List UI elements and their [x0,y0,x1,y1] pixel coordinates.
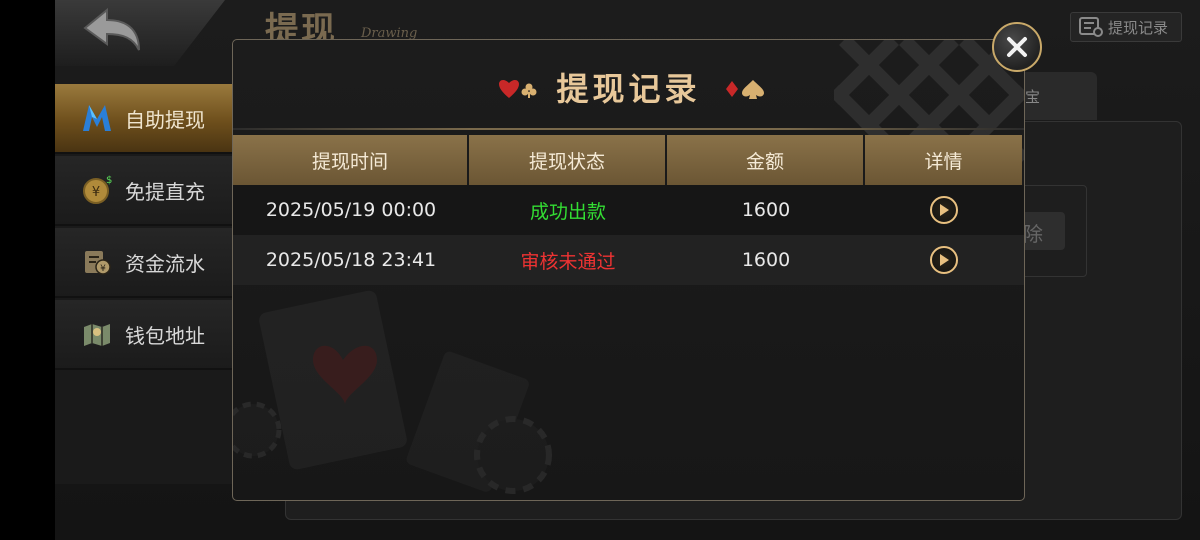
records-icon [1079,17,1103,37]
cell-status: 审核未通过 [520,250,616,273]
sidebar-item-label: 资金流水 [125,251,205,276]
sidebar-item-fund-flow[interactable]: ¥ 资金流水 [55,228,235,298]
sidebar-item-direct-recharge[interactable]: ¥ $ 免提直充 [55,156,235,226]
column-header-details: 详情 [865,135,1022,185]
cell-time: 2025/05/18 23:41 [265,249,437,271]
cell-status: 成功出款 [529,200,606,223]
sidebar-item-label: 自助提现 [125,107,205,132]
sidebar-item-label: 免提直充 [125,179,205,204]
diamond-spade-icon [726,80,764,99]
header-divider [233,128,1024,130]
sidebar-item-self-withdraw[interactable]: 自助提现 [55,84,235,154]
cell-time: 2025/05/19 00:00 [265,199,437,221]
cell-amount: 1600 [741,249,791,271]
svg-text:$: $ [106,175,112,186]
cards-chips-decoration [233,290,552,494]
records-button-label: 提现记录 [1108,18,1169,37]
sidebar-item-label: 钱包地址 [125,323,205,348]
column-header-amount: 金额 [667,135,865,185]
records-table: 提现时间 提现状态 金额 详情 2025/05/19 00:00 成功出款 16… [233,135,1024,285]
map-icon [81,318,113,350]
play-arrow-icon [939,254,949,266]
coin-icon: ¥ $ [81,174,113,206]
close-dialog-button[interactable] [992,22,1042,72]
back-arrow-icon [83,7,140,51]
close-icon [1007,37,1027,57]
table-row: 2025/05/18 23:41 审核未通过 1600 [233,235,1024,285]
table-row: 2025/05/19 00:00 成功出款 1600 [233,185,1024,235]
cell-amount: 1600 [741,199,791,221]
background-tab-label: 宝 [1025,88,1041,106]
cell-details [865,235,1022,285]
withdraw-records-dialog: 提现记录 提现时间 提现状态 金额 详情 2025/05/19 00:00 成功… [232,39,1025,501]
back-button[interactable] [81,6,143,56]
cell-details [865,185,1022,235]
background-button-label: 除 [1023,222,1043,246]
withdraw-screen: 提现 Drawing 提现记录 自助提现 ¥ $ 免提直充 ¥ 资金流水 钱包地… [55,0,1200,540]
svg-text:¥: ¥ [92,185,100,200]
sidebar-item-wallet-address[interactable]: 钱包地址 [55,300,235,370]
table-header-row: 提现时间 提现状态 金额 详情 [233,135,1024,185]
withdraw-records-button[interactable]: 提现记录 [1070,12,1182,42]
detail-arrow-button[interactable] [929,196,958,224]
play-arrow-icon [939,204,949,216]
dialog-header: 提现记录 [233,40,1024,130]
m-logo-icon [81,102,113,134]
dialog-title: 提现记录 [556,70,701,108]
column-header-time: 提现时间 [233,135,469,185]
column-header-status: 提现状态 [469,135,667,185]
background-tab[interactable]: 宝 [1015,72,1097,120]
ledger-icon: ¥ [81,246,113,278]
detail-arrow-button[interactable] [929,246,958,274]
sidebar: 自助提现 ¥ $ 免提直充 ¥ 资金流水 钱包地址 [55,84,235,484]
svg-text:¥: ¥ [100,264,106,274]
